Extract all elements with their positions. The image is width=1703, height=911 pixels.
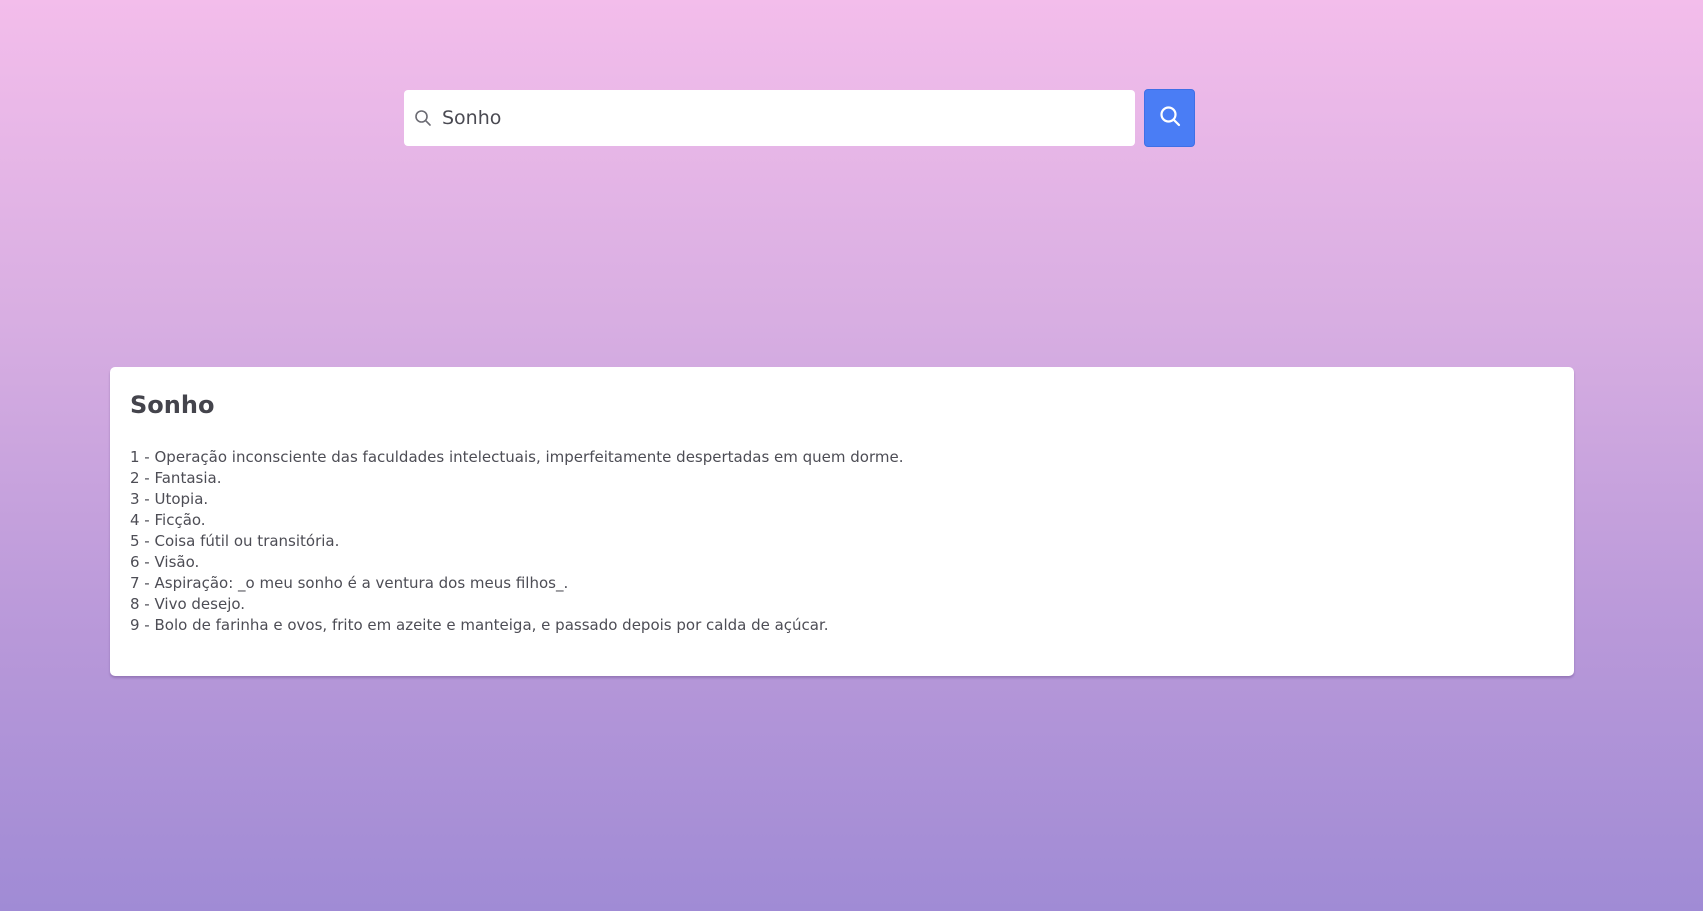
result-card: Sonho 1 - Operação inconsciente das facu… xyxy=(110,367,1574,676)
definition-item: 7 - Aspiração: _o meu sonho é a ventura … xyxy=(130,574,569,592)
definition-list: 1 - Operação inconsciente das faculdades… xyxy=(130,447,1554,636)
definition-item: 4 - Ficção. xyxy=(130,511,206,529)
definition-item: 5 - Coisa fútil ou transitória. xyxy=(130,532,340,550)
definition-item: 2 - Fantasia. xyxy=(130,469,222,487)
result-title: Sonho xyxy=(130,391,215,419)
definition-item: 8 - Vivo desejo. xyxy=(130,595,246,613)
search-icon xyxy=(414,109,432,127)
definition-item: 6 - Visão. xyxy=(130,553,200,571)
search-button[interactable] xyxy=(1144,89,1195,147)
definition-item: 3 - Utopia. xyxy=(130,490,209,508)
definition-item: 1 - Operação inconsciente das faculdades… xyxy=(130,448,904,466)
search-bar[interactable] xyxy=(404,90,1135,146)
search-icon xyxy=(1158,104,1182,132)
search-input[interactable] xyxy=(442,98,1122,138)
definition-item: 9 - Bolo de farinha e ovos, frito em aze… xyxy=(130,616,829,634)
